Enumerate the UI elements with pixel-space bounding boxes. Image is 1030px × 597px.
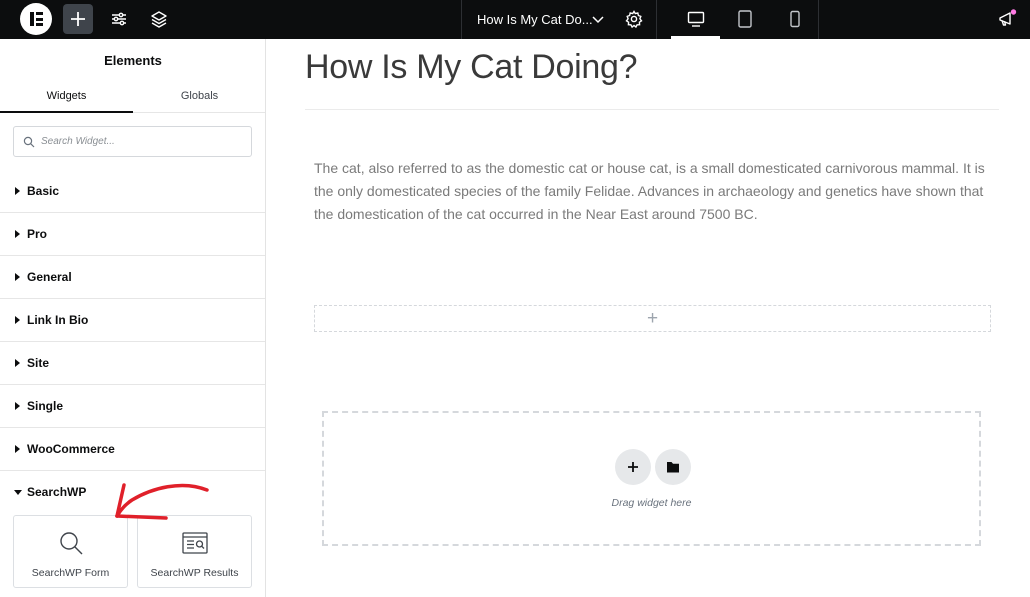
page-heading[interactable]: How Is My Cat Doing? <box>305 48 638 87</box>
caret-right-icon <box>15 316 20 324</box>
widget-searchwp-results[interactable]: SearchWP Results <box>137 515 252 588</box>
category-searchwp[interactable]: SearchWP <box>0 471 265 514</box>
page-settings-icon[interactable] <box>622 7 646 31</box>
text-paragraph[interactable]: The cat, also referred to as the domesti… <box>314 157 986 226</box>
elementor-logo-icon[interactable] <box>20 3 52 35</box>
add-section-row[interactable]: + <box>314 305 991 332</box>
add-element-button[interactable] <box>63 4 93 34</box>
category-label: SearchWP <box>27 485 87 499</box>
plus-icon <box>628 462 638 472</box>
elements-panel: Elements Widgets Globals Search Widget..… <box>0 39 266 597</box>
search-icon <box>23 136 35 148</box>
category-label: General <box>27 270 72 284</box>
category-pro[interactable]: Pro <box>0 213 265 256</box>
search-placeholder: Search Widget... <box>41 136 115 147</box>
category-label: Pro <box>27 227 48 241</box>
category-label: Single <box>27 399 64 413</box>
add-new-container-button[interactable] <box>615 449 651 485</box>
category-single[interactable]: Single <box>0 385 265 428</box>
divider <box>656 0 657 39</box>
widget-searchwp-form[interactable]: SearchWP Form <box>13 515 128 588</box>
category-general[interactable]: General <box>0 256 265 299</box>
widget-label: SearchWP Form <box>31 567 110 579</box>
top-bar: How Is My Cat Do... <box>0 0 1030 39</box>
search-icon <box>60 532 83 555</box>
site-settings-icon[interactable] <box>107 7 131 31</box>
chevron-down-icon[interactable] <box>586 7 610 31</box>
page-title[interactable]: How Is My Cat Do... <box>477 12 593 27</box>
heading-divider <box>305 109 999 110</box>
caret-right-icon <box>15 230 20 238</box>
active-tab-indicator <box>0 111 133 113</box>
caret-right-icon <box>15 359 20 367</box>
caret-right-icon <box>15 273 20 281</box>
widget-label: SearchWP Results <box>150 567 239 579</box>
caret-right-icon <box>15 445 20 453</box>
caret-down-icon <box>14 490 22 495</box>
caret-right-icon <box>15 187 20 195</box>
tab-globals[interactable]: Globals <box>133 90 265 102</box>
category-site[interactable]: Site <box>0 342 265 385</box>
category-basic[interactable]: Basic <box>0 170 265 213</box>
add-template-button[interactable] <box>655 449 691 485</box>
drop-zone[interactable]: Drag widget here <box>322 411 981 546</box>
category-label: WooCommerce <box>27 442 115 456</box>
category-woocommerce[interactable]: WooCommerce <box>0 428 265 471</box>
panel-tabs: Widgets Globals <box>0 82 265 113</box>
panel-title: Elements <box>104 53 162 68</box>
tablet-icon[interactable] <box>733 7 757 31</box>
category-label: Site <box>27 356 50 370</box>
plus-icon: + <box>647 308 659 329</box>
desktop-icon[interactable] <box>684 7 708 31</box>
category-label: Basic <box>27 184 60 198</box>
tab-widgets[interactable]: Widgets <box>0 90 133 102</box>
search-results-icon <box>182 532 208 554</box>
category-label: Link In Bio <box>27 313 89 327</box>
caret-right-icon <box>15 402 20 410</box>
search-widget-input[interactable]: Search Widget... <box>13 126 252 157</box>
mobile-icon[interactable] <box>783 7 807 31</box>
whats-new-icon[interactable] <box>995 7 1019 31</box>
divider <box>461 0 462 39</box>
structure-layers-icon[interactable] <box>147 7 171 31</box>
category-link-in-bio[interactable]: Link In Bio <box>0 299 265 342</box>
drag-widget-hint: Drag widget here <box>611 497 692 509</box>
folder-icon <box>667 462 679 473</box>
plus-icon <box>71 12 85 26</box>
divider <box>818 0 819 39</box>
